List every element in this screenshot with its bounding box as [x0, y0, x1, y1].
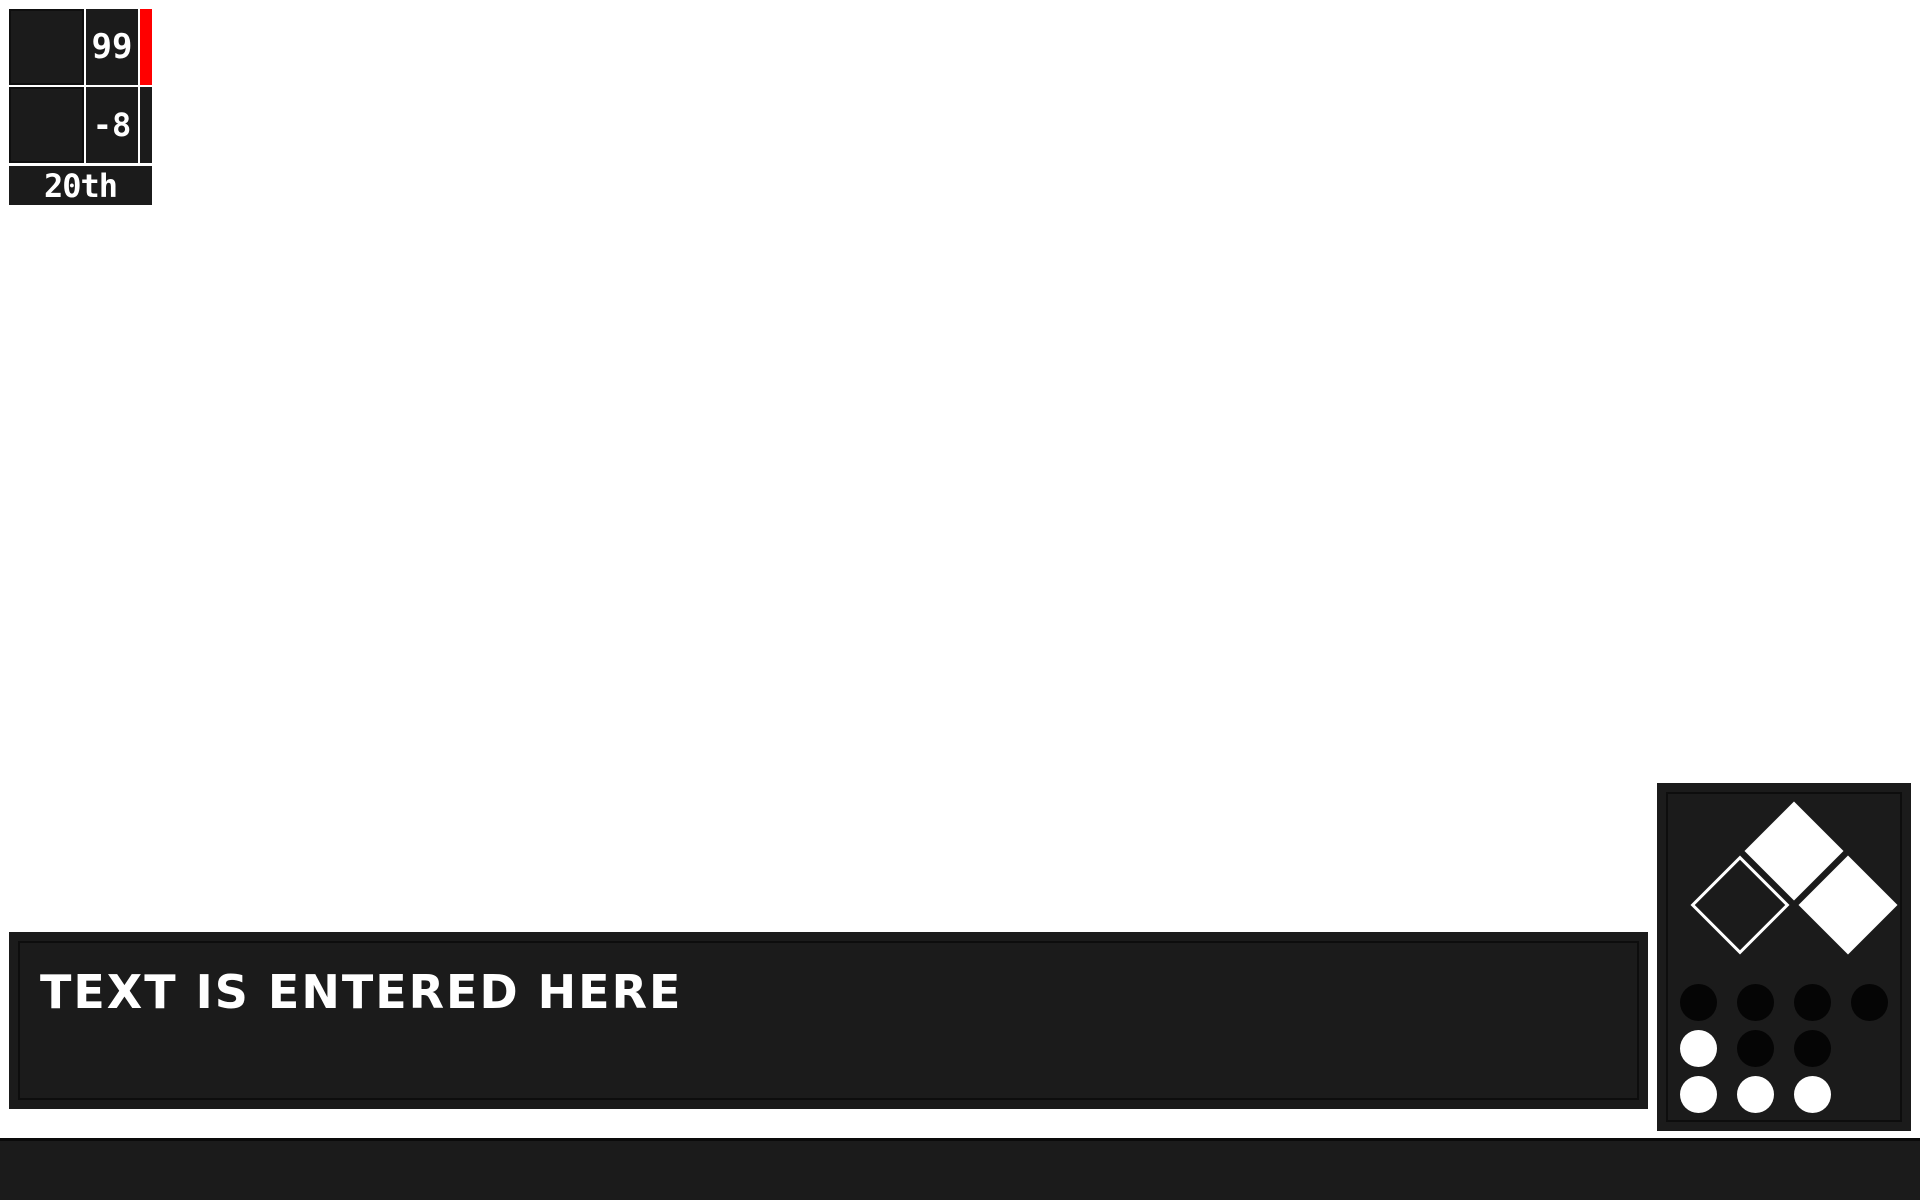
indicator-dot — [1680, 1076, 1717, 1113]
stat-bar-fill-1 — [140, 9, 152, 85]
control-panel-frame — [1666, 792, 1902, 1122]
indicator-dot — [1794, 984, 1831, 1021]
text-entry-value: TEXT IS ENTERED HERE — [40, 965, 683, 1019]
rank-label: 20th — [9, 166, 152, 205]
bottom-bar — [0, 1138, 1920, 1200]
indicator-dot — [1737, 984, 1774, 1021]
indicator-dot — [1680, 1030, 1717, 1067]
stat-value-1: 99 — [86, 9, 138, 85]
indicator-dot — [1737, 1076, 1774, 1113]
indicator-dot — [1794, 1030, 1831, 1067]
portrait-slot-2 — [9, 87, 84, 163]
text-entry-box[interactable]: TEXT IS ENTERED HERE — [9, 932, 1648, 1109]
indicator-dot — [1851, 984, 1888, 1021]
indicator-dot — [1680, 984, 1717, 1021]
stat-bar-1 — [140, 9, 152, 85]
hud-status-panel: 99 -8 20th — [9, 9, 152, 205]
stat-bar-2 — [140, 87, 152, 163]
portrait-slot-1 — [9, 9, 84, 85]
control-panel — [1657, 783, 1911, 1131]
stat-value-2: -8 — [86, 87, 138, 163]
indicator-dot — [1794, 1076, 1831, 1113]
indicator-dot — [1737, 1030, 1774, 1067]
text-entry-frame: TEXT IS ENTERED HERE — [18, 941, 1639, 1100]
